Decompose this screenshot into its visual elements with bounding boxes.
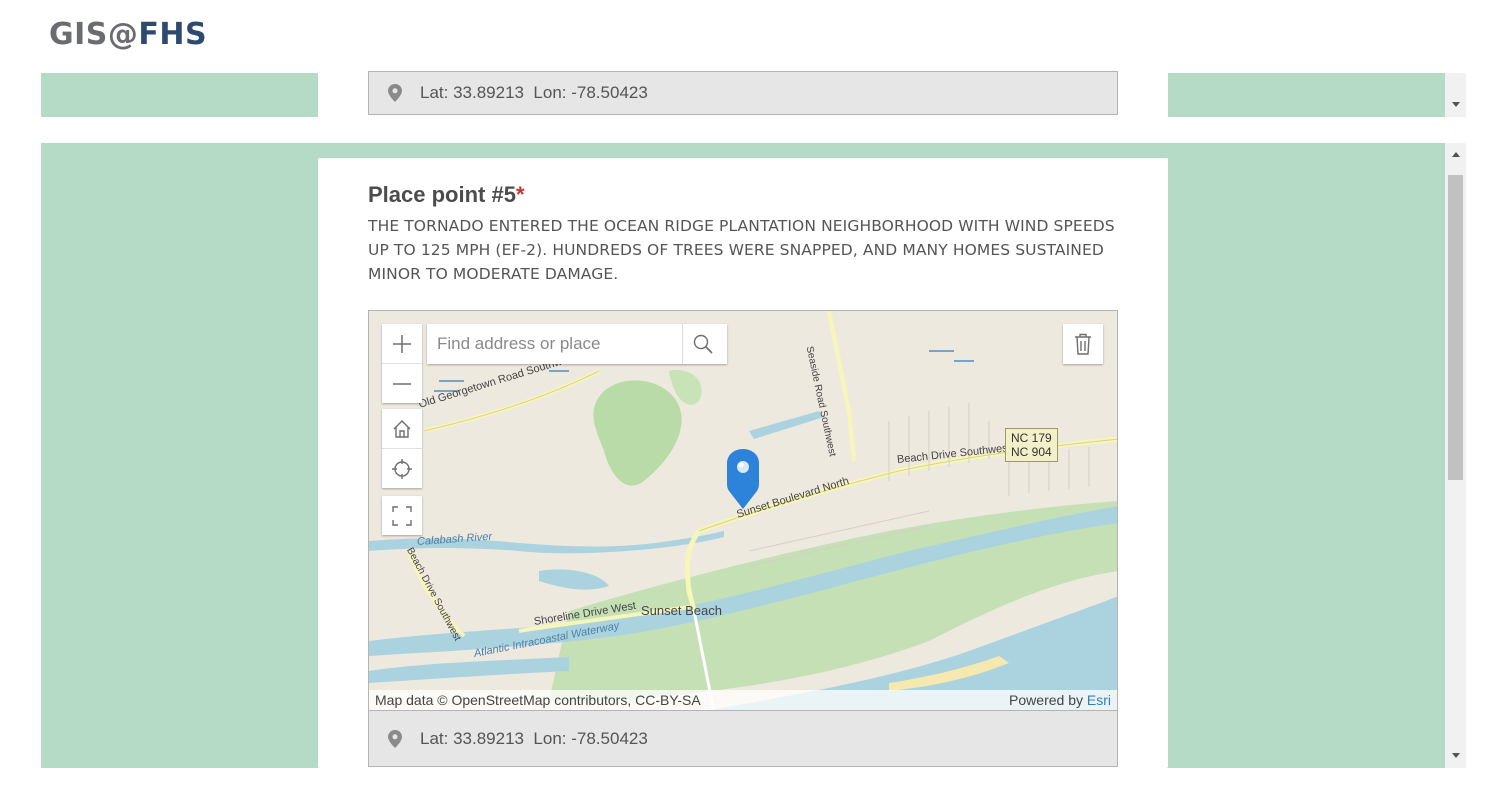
- map-view[interactable]: Old Georgetown Road Southwest Seaside Ro…: [368, 310, 1118, 711]
- attribution-text: Map data © OpenStreetMap contributors, C…: [375, 692, 701, 708]
- scroll-up-arrow[interactable]: [1452, 152, 1460, 157]
- powered-by: Powered by Esri: [1009, 692, 1111, 708]
- zoom-out-button[interactable]: [382, 363, 422, 403]
- question-title: Place point #5*: [368, 182, 525, 207]
- map-attribution: Map data © OpenStreetMap contributors, C…: [369, 690, 1117, 710]
- route-shield: NC 179 NC 904: [1005, 428, 1058, 462]
- current-lat-lon: Lat: 33.89213 Lon: -78.50423: [420, 728, 648, 748]
- home-icon: [393, 419, 411, 438]
- search-button[interactable]: [682, 324, 723, 364]
- previous-lat-lon: Lat: 33.89213 Lon: -78.50423: [420, 83, 648, 102]
- locate-button[interactable]: [382, 448, 422, 488]
- clear-point-button[interactable]: [1063, 324, 1103, 364]
- required-marker: *: [515, 182, 525, 207]
- zoom-in-button[interactable]: [382, 324, 422, 363]
- location-pin-icon: [388, 729, 402, 748]
- crosshair-icon: [392, 458, 412, 479]
- map-nav-controls: [382, 409, 422, 488]
- home-button[interactable]: [382, 409, 422, 448]
- scrollbar[interactable]: [1445, 143, 1466, 768]
- scrollbar-thumb[interactable]: [1448, 175, 1463, 480]
- minus-icon: [393, 382, 411, 385]
- search-input[interactable]: [427, 324, 682, 364]
- map-label-sunset-beach: Sunset Beach: [641, 603, 722, 618]
- fullscreen-icon: [392, 505, 412, 526]
- previous-coordinates-bar: Lat: 33.89213 Lon: -78.50423: [368, 71, 1118, 115]
- previous-scrollbar[interactable]: [1445, 73, 1466, 117]
- esri-link[interactable]: Esri: [1087, 692, 1111, 708]
- previous-question-section: Lat: 33.89213 Lon: -78.50423: [41, 71, 1466, 117]
- map-marker-icon[interactable]: [726, 449, 760, 509]
- plus-icon: [393, 334, 411, 353]
- site-logo: GIS@FHS: [49, 17, 208, 52]
- search-icon: [693, 334, 713, 354]
- scroll-down-arrow[interactable]: [1452, 753, 1460, 758]
- map-search: [427, 324, 727, 364]
- current-coordinates-bar: Lat: 33.89213 Lon: -78.50423: [368, 710, 1118, 767]
- question-section: Place point #5* THE TORNADO ENTERED THE …: [41, 143, 1466, 768]
- map-controls: [382, 324, 422, 403]
- fullscreen-control: [382, 496, 422, 535]
- location-pin-icon: [388, 84, 402, 102]
- question-description: THE TORNADO ENTERED THE OCEAN RIDGE PLAN…: [368, 217, 1115, 283]
- fullscreen-button[interactable]: [382, 496, 422, 535]
- question-card: Place point #5* THE TORNADO ENTERED THE …: [318, 158, 1168, 768]
- trash-icon: [1075, 333, 1091, 355]
